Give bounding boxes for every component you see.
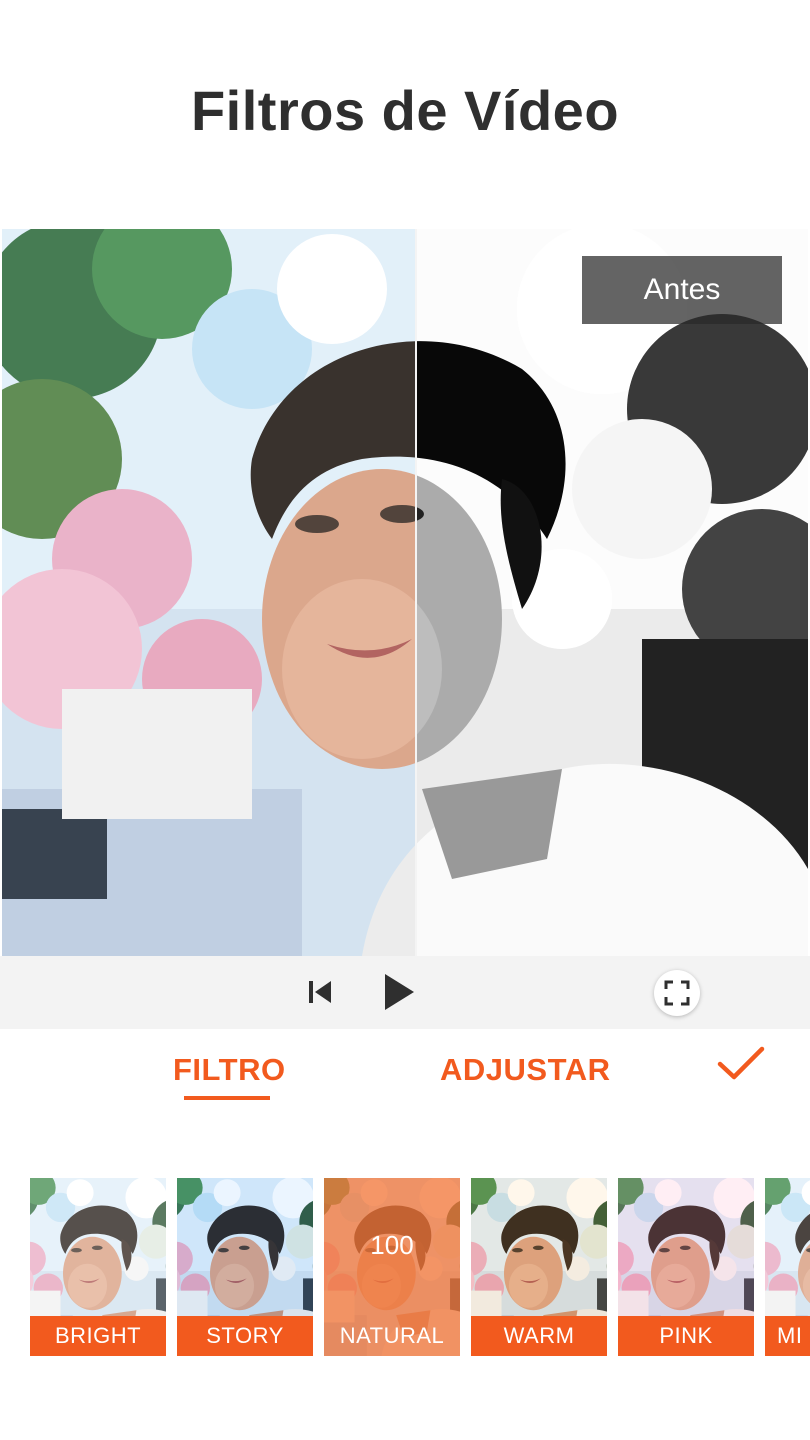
video-preview[interactable]: Antes (2, 229, 808, 956)
checkmark-icon (717, 1046, 765, 1080)
filter-label: STORY (177, 1316, 313, 1356)
editor-tabs: FILTRO ADJUSTAR (0, 1030, 810, 1120)
fullscreen-icon (664, 980, 690, 1006)
filter-strip[interactable]: BRIGHT STORY 100 NATURAL WARM PINK MI (0, 1178, 810, 1356)
original-preview-pane (415, 229, 808, 956)
tab-adjust[interactable]: ADJUSTAR (440, 1052, 611, 1088)
filtered-preview-pane (2, 229, 415, 956)
filter-thumb-natural[interactable]: 100 NATURAL (324, 1178, 460, 1356)
skip-previous-icon (309, 981, 331, 1003)
page-title: Filtros de Vídeo (190, 79, 620, 142)
filter-intensity-value: 100 (370, 1230, 414, 1260)
play-button[interactable] (376, 969, 422, 1015)
filter-thumb-pink[interactable]: PINK (618, 1178, 754, 1356)
filter-label: PINK (618, 1316, 754, 1356)
confirm-button[interactable] (716, 1044, 772, 1090)
filter-label: WARM (471, 1316, 607, 1356)
active-tab-indicator (184, 1096, 270, 1100)
filter-thumb-warm[interactable]: WARM (471, 1178, 607, 1356)
playback-controls-bar (0, 956, 810, 1029)
compare-divider-handle[interactable] (415, 229, 417, 956)
before-label-badge: Antes (582, 256, 782, 324)
filter-thumb-story[interactable]: STORY (177, 1178, 313, 1356)
filter-thumb-bright[interactable]: BRIGHT (30, 1178, 166, 1356)
tab-filter[interactable]: FILTRO (173, 1052, 286, 1088)
filter-label: MI (765, 1316, 810, 1356)
filter-label: NATURAL (339, 1323, 445, 1348)
play-icon (385, 974, 414, 1010)
filter-label: BRIGHT (30, 1316, 166, 1356)
fullscreen-button[interactable] (654, 970, 700, 1016)
skip-previous-button[interactable] (300, 972, 340, 1012)
filter-thumb-partial[interactable]: MI (765, 1178, 810, 1356)
